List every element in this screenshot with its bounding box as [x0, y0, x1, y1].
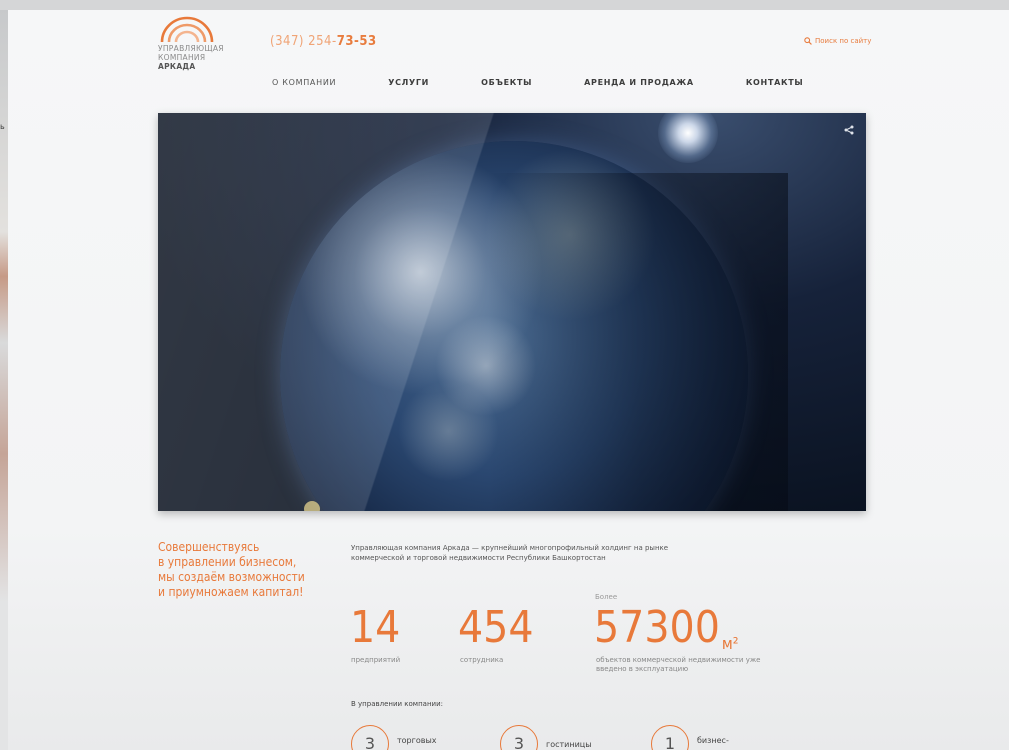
webpage: УПРАВЛЯЮЩАЯ КОМПАНИЯ АРКАДА (347) 254-73…	[8, 10, 1009, 750]
slogan-line-3: мы создаём возможности	[158, 570, 305, 584]
screen-bezel	[0, 0, 1009, 10]
hero-glow-dot	[304, 501, 320, 511]
phone-bold: 73-53	[336, 34, 377, 49]
background-window-text: ь	[0, 122, 5, 131]
stat-enterprises-label: предприятий	[351, 656, 401, 664]
managed-title: В управлении компании:	[351, 700, 443, 708]
stat-enterprises-value: 14	[350, 602, 401, 653]
share-icon[interactable]	[844, 125, 854, 135]
slogan-line-4: и приумножаем капитал!	[158, 585, 304, 599]
background-window-edge: ь	[0, 10, 8, 750]
nav-item-services[interactable]: УСЛУГИ	[388, 78, 429, 87]
search-label: Поиск по сайту	[815, 37, 872, 45]
managed-malls-label: торговых	[397, 736, 437, 745]
arch-logo-icon	[160, 16, 214, 42]
slogan-line-2: в управлении бизнесом,	[158, 555, 297, 569]
stat-area: 57300 м²	[594, 606, 739, 654]
company-logo[interactable]: УПРАВЛЯЮЩАЯ КОМПАНИЯ АРКАДА	[158, 16, 268, 71]
managed-business-count: 1	[651, 725, 689, 750]
company-description: Управляющая компания Аркада — крупнейший…	[351, 544, 669, 562]
managed-business-label: бизнес-	[697, 736, 729, 745]
stat-employees-value: 454	[458, 602, 534, 653]
logo-line-2: КОМПАНИЯ	[158, 53, 206, 62]
stat-prefix: Более	[595, 593, 618, 601]
nav-item-rent-sale[interactable]: АРЕНДА И ПРОДАЖА	[584, 78, 694, 87]
phone-prefix: (347) 254-	[270, 34, 337, 49]
main-nav: О КОМПАНИИ УСЛУГИ ОБЪЕКТЫ АРЕНДА И ПРОДА…	[272, 78, 803, 87]
logo-line-1: УПРАВЛЯЮЩАЯ	[158, 44, 224, 53]
stat-area-value: 57300	[594, 602, 720, 653]
managed-hotels-count: 3	[500, 725, 538, 750]
night-shade	[488, 173, 788, 511]
site-search-link[interactable]: Поиск по сайту	[804, 37, 871, 45]
stat-employees-label: сотрудника	[460, 656, 504, 664]
nav-item-objects[interactable]: ОБЪЕКТЫ	[481, 78, 532, 87]
logo-line-3: АРКАДА	[158, 62, 196, 71]
nav-item-contacts[interactable]: КОНТАКТЫ	[746, 78, 804, 87]
managed-hotels-label: гостиницы	[546, 740, 592, 749]
phone-number[interactable]: (347) 254-73-53	[270, 34, 377, 49]
search-icon	[804, 37, 812, 45]
company-slogan: Совершенствуясь в управлении бизнесом, м…	[158, 540, 305, 600]
managed-malls-count: 3	[351, 725, 389, 750]
stat-area-unit: м²	[721, 634, 739, 653]
stat-area-label: объектов коммерческой недвижимости уже в…	[596, 656, 761, 673]
slogan-line-1: Совершенствуясь	[158, 540, 260, 554]
hero-earth-banner	[158, 113, 866, 511]
nav-item-about[interactable]: О КОМПАНИИ	[272, 78, 336, 87]
